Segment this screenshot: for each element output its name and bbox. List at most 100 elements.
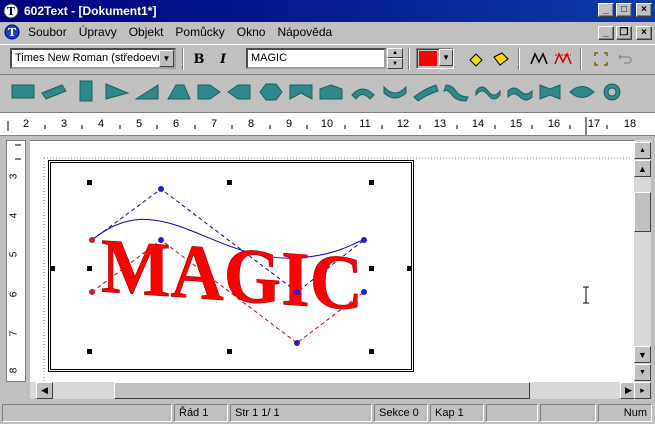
control-point[interactable]	[294, 289, 300, 295]
italic-button[interactable]: I	[212, 48, 234, 70]
status-row: Řád 1	[174, 404, 228, 422]
doc-restore-button[interactable]: ❐	[616, 26, 632, 40]
ruler-label: 10	[320, 118, 334, 130]
status-panel-empty	[486, 404, 538, 422]
resize-handle[interactable]	[51, 266, 55, 271]
scroll-down-icon[interactable]: ▼	[634, 346, 651, 363]
doc-close-button[interactable]: ×	[636, 26, 652, 40]
fill-icon[interactable]	[466, 48, 488, 70]
control-point[interactable]	[89, 237, 95, 243]
tall-rect-shape[interactable]	[79, 80, 93, 102]
horizontal-ruler[interactable]: 2 3 4 5 6 7 8 9 10 11 12 13 14 15 16 17 …	[0, 112, 655, 136]
resize-handle[interactable]	[87, 180, 92, 185]
arrow-left-shape[interactable]	[227, 84, 251, 100]
frame-icon[interactable]	[590, 48, 612, 70]
bold-button[interactable]: B	[188, 48, 210, 70]
bowtie-shape[interactable]	[539, 84, 561, 100]
shape-toolbar	[0, 74, 655, 106]
svg-text:T: T	[8, 26, 17, 39]
control-point[interactable]	[89, 289, 95, 295]
menu-napoveda[interactable]: Nápověda	[277, 25, 332, 39]
resize-handle[interactable]	[369, 180, 374, 185]
resize-handle[interactable]	[369, 349, 374, 354]
right-triangle-shape[interactable]	[105, 83, 130, 100]
text-art-frame[interactable]: MAGIC	[48, 160, 414, 372]
ruler-label: 17	[587, 118, 601, 130]
control-point[interactable]	[361, 289, 367, 295]
resize-handle[interactable]	[87, 266, 92, 271]
text-shape-icon[interactable]	[552, 48, 574, 70]
diamond-lens-shape[interactable]	[569, 86, 595, 98]
menu-soubor[interactable]: Soubor	[28, 25, 67, 39]
document-canvas[interactable]: MAGIC	[30, 140, 634, 382]
ruler-label: 11	[359, 118, 371, 130]
trapezoid-shape[interactable]	[167, 84, 191, 100]
arch-down-shape[interactable]	[383, 85, 407, 99]
status-num: Num	[598, 404, 652, 422]
hexagon-shape[interactable]	[259, 83, 283, 101]
ring-shape[interactable]	[603, 83, 621, 101]
menu-objekt[interactable]: Objekt	[129, 25, 164, 39]
control-point[interactable]	[361, 237, 367, 243]
scroll-up-double-icon[interactable]: ▲	[634, 142, 651, 159]
format-toolbar: Times New Roman (středoevro ▼ B I MAGIC …	[0, 44, 655, 72]
minimize-button[interactable]: _	[598, 3, 614, 17]
notch-top-shape[interactable]	[319, 84, 343, 100]
resize-handle[interactable]	[407, 266, 411, 271]
ruler-label: 4	[97, 118, 105, 130]
scroll-up-icon[interactable]: ▲	[634, 160, 651, 177]
resize-handle[interactable]	[87, 349, 92, 354]
undo-icon[interactable]	[614, 48, 636, 70]
control-point[interactable]	[294, 340, 300, 346]
font-select[interactable]: Times New Roman (středoevro ▼	[10, 48, 176, 69]
text-input[interactable]: MAGIC	[246, 48, 386, 69]
close-button[interactable]: ×	[636, 3, 652, 17]
vertical-scroll-thumb[interactable]	[634, 192, 651, 232]
parallelogram-shape[interactable]	[41, 84, 67, 100]
control-point[interactable]	[158, 186, 164, 192]
chevron-down-icon[interactable]: ▼	[159, 50, 174, 67]
spin-up-icon[interactable]: ▲	[387, 48, 403, 58]
menu-okno[interactable]: Okno	[237, 25, 266, 39]
spin-buttons[interactable]: ▲ ▼	[387, 48, 403, 69]
status-bar: Řád 1 Str 1 1/ 1 Sekce 0 Kap 1 Num	[0, 402, 655, 424]
resize-handle[interactable]	[227, 349, 232, 354]
wave-shape[interactable]	[475, 86, 501, 100]
scroll-down-double-icon[interactable]: ▼	[634, 364, 651, 381]
status-page: Str 1 1/ 1	[230, 404, 372, 422]
wave-left-shape[interactable]	[443, 84, 469, 102]
maximize-button[interactable]: □	[616, 3, 632, 17]
warped-text[interactable]: MAGIC	[101, 221, 364, 327]
ruler-label: 7	[210, 118, 218, 130]
scroll-left-icon[interactable]: ◀	[36, 382, 53, 399]
spin-down-icon[interactable]: ▼	[387, 58, 403, 69]
outline-icon[interactable]	[490, 48, 512, 70]
horizontal-scrollbar[interactable]: ◀ ▶	[30, 382, 637, 399]
horizontal-scroll-thumb[interactable]	[114, 382, 530, 399]
title-bar[interactable]: T 602Text - [Dokument1*] _ □ ×	[0, 0, 655, 22]
toolbar-separator	[408, 48, 410, 70]
ramp-shape[interactable]	[134, 84, 159, 100]
menu-pomucky[interactable]: Pomůcky	[175, 25, 224, 39]
doc-minimize-button[interactable]: _	[598, 26, 614, 40]
scroll-page-right-icon[interactable]: ▸	[634, 382, 651, 399]
control-point[interactable]	[158, 237, 164, 243]
slant-curve-shape[interactable]	[413, 84, 439, 102]
arrow-right-shape[interactable]	[197, 84, 221, 100]
document-icon[interactable]: T	[4, 24, 20, 40]
double-wave-shape[interactable]	[507, 87, 533, 101]
font-select-value: Times New Roman (středoevro	[15, 52, 167, 64]
resize-handle[interactable]	[369, 266, 374, 271]
menu-upravy[interactable]: Úpravy	[79, 25, 117, 39]
resize-handle[interactable]	[227, 180, 232, 185]
menu-bar: T Soubor Úpravy Objekt Pomůcky Okno Nápo…	[0, 22, 655, 42]
chevron-down-icon[interactable]: ▼	[439, 49, 453, 66]
arch-up-shape[interactable]	[351, 88, 375, 100]
notch-bottom-shape[interactable]	[289, 84, 313, 100]
text-effect-icon[interactable]	[528, 48, 550, 70]
toolbar-separator	[518, 48, 520, 70]
color-picker[interactable]: ▼	[416, 48, 454, 69]
vertical-scrollbar[interactable]: ▲ ▲ ▼ ▼	[634, 140, 651, 382]
vertical-ruler[interactable]: 3 4 5 6 7 8	[6, 140, 26, 382]
rectangle-shape[interactable]	[11, 84, 35, 99]
